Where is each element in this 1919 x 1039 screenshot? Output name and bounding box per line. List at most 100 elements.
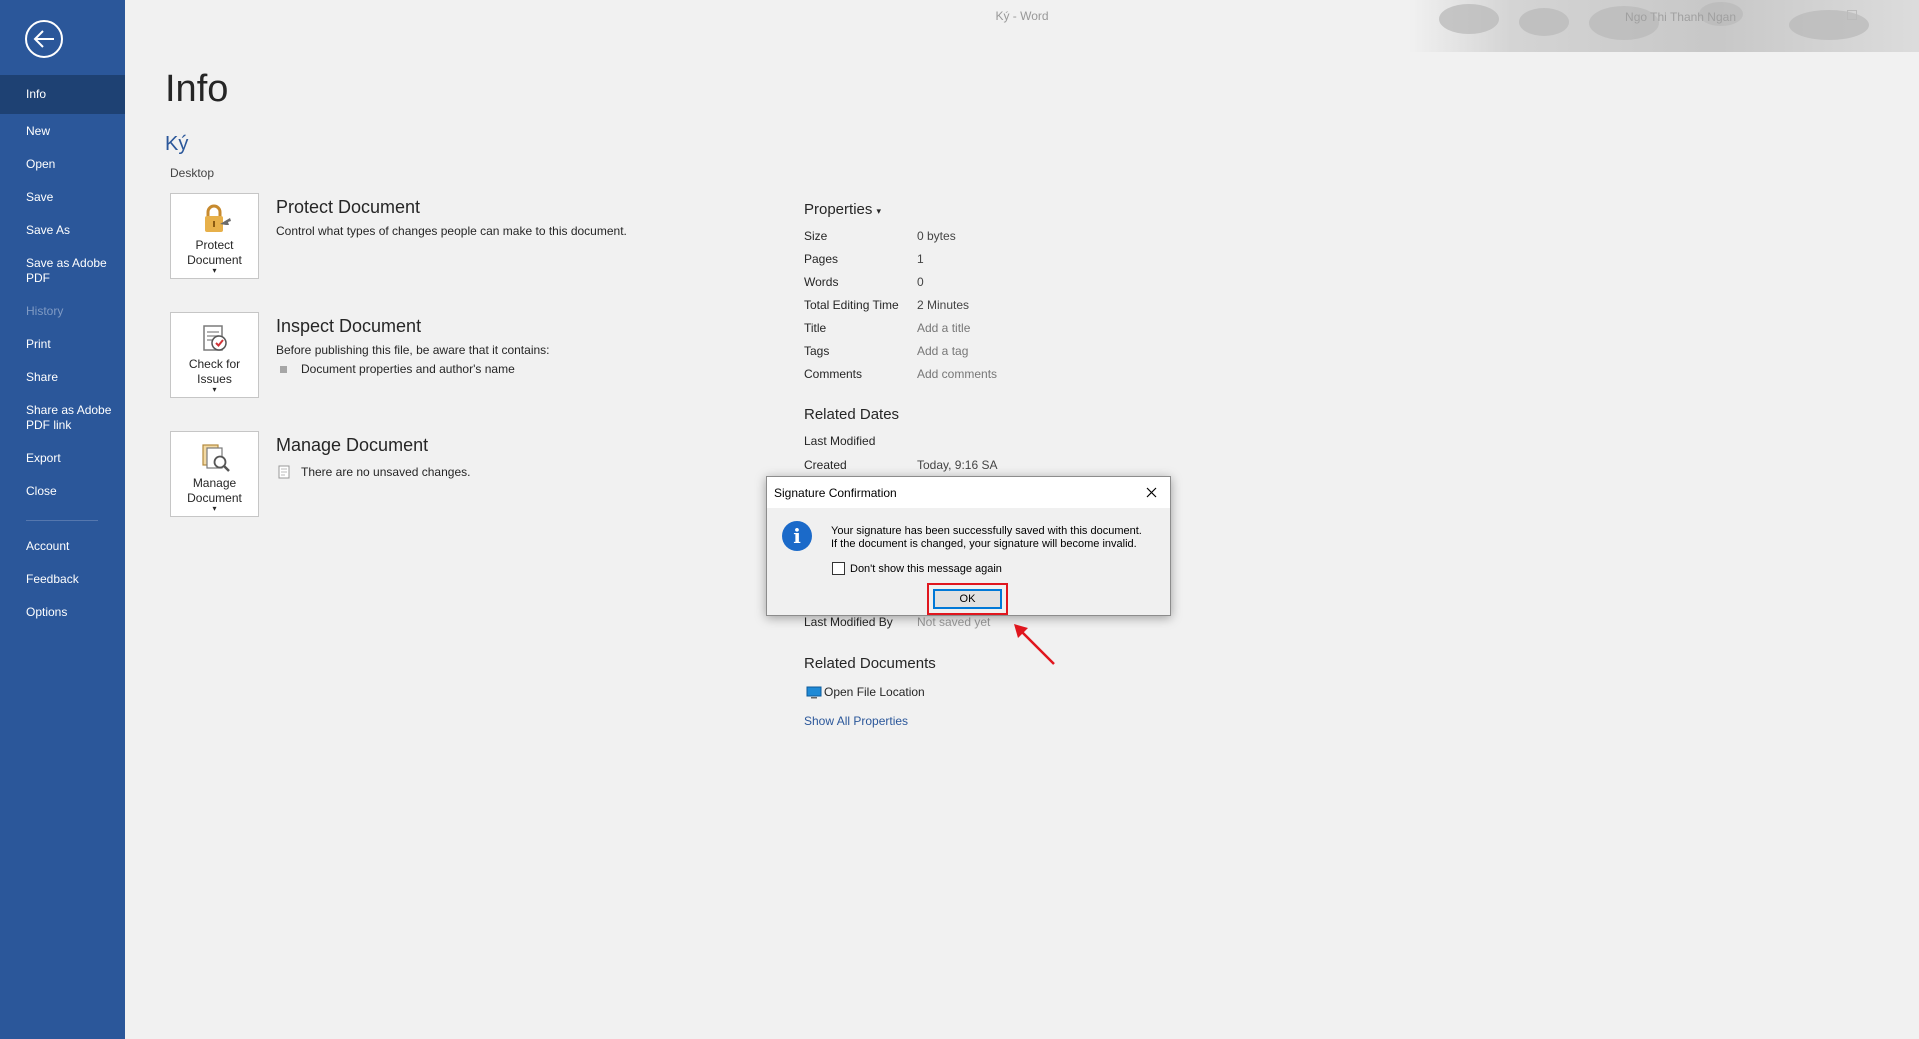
manage-note-text: There are no unsaved changes. xyxy=(301,465,471,479)
property-key: Title xyxy=(804,321,827,335)
dropdown-caret-icon: ▾ xyxy=(212,266,217,275)
sidebar-item-save[interactable]: Save xyxy=(0,181,125,214)
show-all-properties-link[interactable]: Show All Properties xyxy=(804,714,908,728)
check-for-issues-button[interactable]: Check for Issues ▾ xyxy=(170,312,259,398)
user-name[interactable]: Ngo Thi Thanh Ngan xyxy=(1625,10,1736,24)
ok-button[interactable]: OK xyxy=(933,589,1002,609)
annotation-arrow-icon xyxy=(1014,624,1055,665)
properties-heading[interactable]: Properties ▾ xyxy=(804,201,881,218)
info-icon: i xyxy=(782,521,812,551)
property-value: Today, 9:16 SA xyxy=(917,458,998,472)
property-key: Created xyxy=(804,458,847,472)
backstage-sidebar: Info New Open Save Save As Save as Adobe… xyxy=(0,0,125,1039)
protect-document-label: Protect Document xyxy=(187,238,242,267)
property-row-editing-time: Total Editing Time 2 Minutes xyxy=(804,298,969,312)
dialog-titlebar: Signature Confirmation xyxy=(767,477,1170,508)
sidebar-item-new[interactable]: New xyxy=(0,114,125,148)
properties-heading-text: Properties xyxy=(804,201,873,218)
comments-input[interactable]: Add comments xyxy=(917,367,997,381)
property-row-tags: Tags Add a tag xyxy=(804,344,968,358)
document-icon xyxy=(278,465,290,479)
dropdown-caret-icon: ▾ xyxy=(876,206,882,216)
check-for-issues-label: Check for Issues xyxy=(188,357,241,386)
document-location[interactable]: Desktop xyxy=(170,166,214,180)
close-icon[interactable] xyxy=(1141,482,1161,502)
ok-button-highlight: OK xyxy=(927,583,1008,615)
protect-document-description: Control what types of changes people can… xyxy=(276,224,627,238)
inspect-bullet-text: Document properties and author's name xyxy=(301,362,515,376)
sidebar-item-share-adobe-pdf-link[interactable]: Share as Adobe PDF link xyxy=(0,394,125,442)
dialog-message-line: If the document is changed, your signatu… xyxy=(831,538,1137,550)
property-value: 0 xyxy=(917,275,924,289)
signature-confirmation-dialog: Signature Confirmation i Your signature … xyxy=(766,476,1171,616)
dropdown-caret-icon: ▾ xyxy=(212,385,217,394)
property-row-last-modified: Last Modified xyxy=(804,434,917,448)
property-row-pages: Pages 1 xyxy=(804,252,924,266)
manage-document-heading: Manage Document xyxy=(276,435,429,455)
manage-document-icon xyxy=(201,444,230,472)
dialog-title: Signature Confirmation xyxy=(774,486,897,500)
title-input[interactable]: Add a title xyxy=(917,321,970,335)
protect-document-button[interactable]: Protect Document ▾ xyxy=(170,193,259,279)
property-value: Not saved yet xyxy=(917,615,991,629)
cloud-decoration xyxy=(1439,4,1499,34)
property-key: Size xyxy=(804,229,828,243)
dont-show-again-option[interactable]: Don't show this message again xyxy=(832,562,1002,575)
property-key: Last Modified xyxy=(804,434,876,448)
sidebar-divider xyxy=(26,520,98,521)
sidebar-item-save-as[interactable]: Save As xyxy=(0,214,125,247)
cloud-decoration xyxy=(1519,8,1569,36)
property-row-size: Size 0 bytes xyxy=(804,229,956,243)
property-key: Comments xyxy=(804,367,863,381)
property-row-last-modified-by: Last Modified By Not saved yet xyxy=(804,615,990,629)
inspect-document-description: Before publishing this file, be aware th… xyxy=(276,343,550,357)
tags-input[interactable]: Add a tag xyxy=(917,344,968,358)
inspect-bullet: Document properties and author's name xyxy=(280,362,515,376)
dont-show-again-label: Don't show this message again xyxy=(850,562,1002,575)
open-file-location-link[interactable]: Open File Location xyxy=(806,685,925,699)
dialog-message-line: Your signature has been successfully sav… xyxy=(831,525,1142,537)
property-key: Total Editing Time xyxy=(804,298,899,312)
property-row-words: Words 0 xyxy=(804,275,924,289)
sidebar-item-options[interactable]: Options xyxy=(0,596,125,629)
open-file-location-text: Open File Location xyxy=(824,685,925,699)
sidebar-item-export[interactable]: Export xyxy=(0,442,125,475)
property-key: Last Modified By xyxy=(804,615,893,629)
property-row-created: Created Today, 9:16 SA xyxy=(804,458,998,472)
bullet-square-icon xyxy=(280,365,287,373)
folder-monitor-icon xyxy=(806,686,822,698)
dont-show-again-checkbox[interactable] xyxy=(832,562,845,575)
property-value: 2 Minutes xyxy=(917,298,970,312)
manage-document-button[interactable]: Manage Document ▾ xyxy=(170,431,259,517)
restore-window-icon[interactable] xyxy=(1847,10,1857,20)
sidebar-item-close[interactable]: Close xyxy=(0,475,125,508)
dialog-message: Your signature has been successfully sav… xyxy=(831,525,1142,551)
related-dates-heading: Related Dates xyxy=(804,406,900,423)
sidebar-item-info[interactable]: Info xyxy=(0,75,125,114)
related-documents-heading: Related Documents xyxy=(804,655,936,672)
sidebar-item-account[interactable]: Account xyxy=(0,533,125,563)
property-key: Pages xyxy=(804,252,839,266)
sidebar-item-open[interactable]: Open xyxy=(0,148,125,181)
manage-note: There are no unsaved changes. xyxy=(277,465,470,479)
property-key: Words xyxy=(804,275,839,289)
property-row-title: Title Add a title xyxy=(804,321,970,335)
protect-document-heading: Protect Document xyxy=(276,197,421,217)
sidebar-item-print[interactable]: Print xyxy=(0,328,125,361)
page-title: Info xyxy=(165,68,229,110)
property-key: Tags xyxy=(804,344,830,358)
sidebar-item-save-as-adobe-pdf[interactable]: Save as Adobe PDF xyxy=(0,247,125,295)
sidebar-item-share[interactable]: Share xyxy=(0,361,125,394)
sidebar-nav: Info New Open Save Save As Save as Adobe… xyxy=(0,75,125,629)
property-row-comments: Comments Add comments xyxy=(804,367,997,381)
inspect-document-heading: Inspect Document xyxy=(276,316,422,336)
sidebar-item-feedback[interactable]: Feedback xyxy=(0,563,125,596)
property-value: 0 bytes xyxy=(917,229,956,243)
user-area: Ngo Thi Thanh Ngan xyxy=(1409,0,1919,52)
manage-document-label: Manage Document xyxy=(187,476,242,505)
document-inspect-icon xyxy=(202,325,227,351)
cloud-decoration xyxy=(1789,10,1869,40)
back-arrow-icon[interactable] xyxy=(25,20,63,58)
lock-key-icon xyxy=(204,204,231,232)
document-name: Ký xyxy=(165,133,189,155)
